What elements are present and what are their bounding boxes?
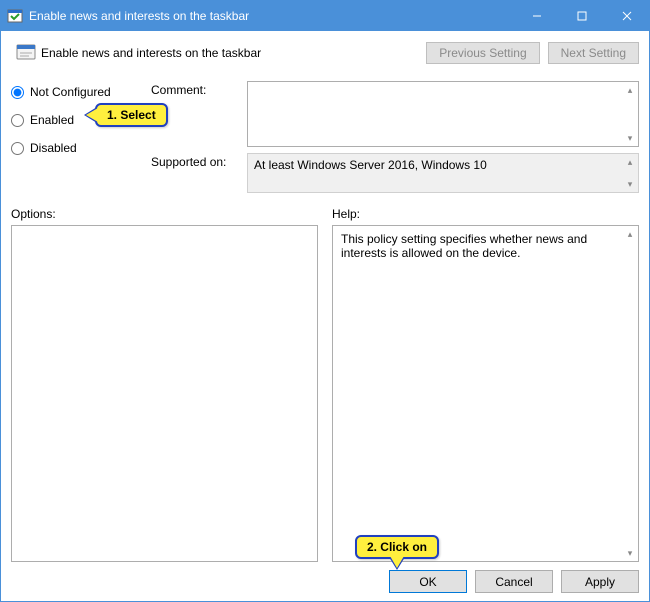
config-area: Not Configured Enabled Disabled 1. Selec… (11, 81, 639, 193)
apply-button[interactable]: Apply (561, 570, 639, 593)
header-row: Enable news and interests on the taskbar… (11, 35, 639, 71)
policy-title: Enable news and interests on the taskbar (41, 46, 426, 60)
window-title: Enable news and interests on the taskbar (29, 9, 514, 23)
scroll-down-icon[interactable]: ▾ (623, 546, 637, 560)
options-panel: Options: (11, 207, 318, 562)
radio-not-configured-label: Not Configured (30, 85, 111, 99)
dialog-buttons: 2. Click on OK Cancel Apply (11, 562, 639, 593)
lower-panels: Options: Help: This policy setting speci… (11, 207, 639, 562)
maximize-button[interactable] (559, 1, 604, 31)
annotation-step1: 1. Select (95, 103, 168, 127)
close-button[interactable] (604, 1, 649, 31)
policy-icon (11, 42, 41, 64)
scroll-up-icon[interactable]: ▴ (623, 155, 637, 169)
radio-disabled[interactable]: Disabled (11, 139, 151, 157)
options-label: Options: (11, 207, 318, 225)
dialog-content: Enable news and interests on the taskbar… (1, 31, 649, 601)
window-controls (514, 1, 649, 31)
scroll-up-icon[interactable]: ▴ (623, 227, 637, 241)
comment-input[interactable]: ▴ ▾ (247, 81, 639, 147)
radio-enabled-label: Enabled (30, 113, 74, 127)
state-radio-group: Not Configured Enabled Disabled 1. Selec… (11, 81, 151, 193)
scroll-down-icon[interactable]: ▾ (623, 131, 637, 145)
help-panel: Help: This policy setting specifies whet… (332, 207, 639, 562)
comment-label: Comment: (151, 81, 241, 97)
help-text: This policy setting specifies whether ne… (341, 232, 587, 260)
cancel-button[interactable]: Cancel (475, 570, 553, 593)
radio-enabled-input[interactable] (11, 114, 24, 127)
supported-on-label: Supported on: (151, 153, 241, 169)
app-icon (7, 8, 23, 24)
options-box (11, 225, 318, 562)
next-setting-button[interactable]: Next Setting (548, 42, 639, 64)
annotation-step2: 2. Click on (355, 535, 439, 559)
radio-disabled-input[interactable] (11, 142, 24, 155)
minimize-button[interactable] (514, 1, 559, 31)
help-label: Help: (332, 207, 639, 225)
policy-editor-window: Enable news and interests on the taskbar (0, 0, 650, 602)
scroll-down-icon[interactable]: ▾ (623, 177, 637, 191)
radio-disabled-label: Disabled (30, 141, 77, 155)
titlebar[interactable]: Enable news and interests on the taskbar (1, 1, 649, 31)
fields-column: Comment: ▴ ▾ Supported on: At least Wind… (151, 81, 639, 193)
scroll-up-icon[interactable]: ▴ (623, 83, 637, 97)
help-box: This policy setting specifies whether ne… (332, 225, 639, 562)
previous-setting-button[interactable]: Previous Setting (426, 42, 539, 64)
radio-not-configured-input[interactable] (11, 86, 24, 99)
radio-not-configured[interactable]: Not Configured (11, 83, 151, 101)
supported-on-value: At least Windows Server 2016, Windows 10… (247, 153, 639, 193)
